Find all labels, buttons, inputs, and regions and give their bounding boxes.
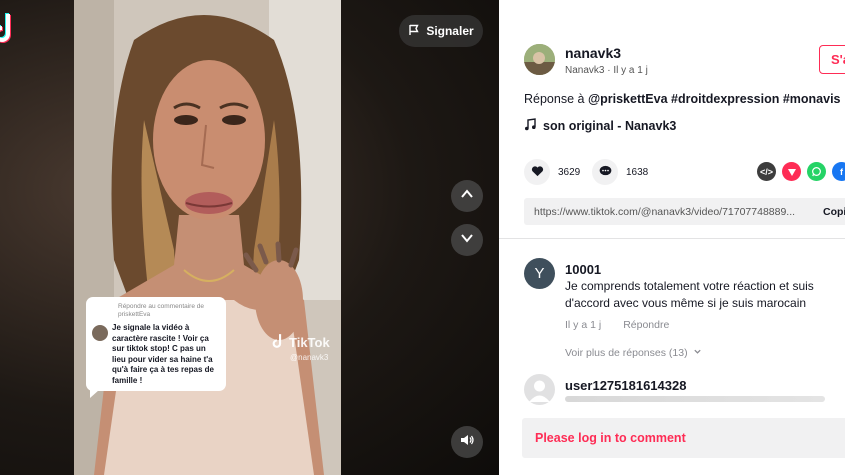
music-title: son original - Nanavk3 bbox=[543, 119, 677, 133]
watermark-username: @nanavk3 bbox=[290, 353, 329, 362]
previous-video-button[interactable] bbox=[451, 180, 483, 212]
reply-card-avatar bbox=[92, 325, 108, 341]
comment-time: Il y a 1 j bbox=[565, 319, 602, 331]
whatsapp-icon[interactable] bbox=[807, 162, 826, 181]
like-button[interactable] bbox=[524, 159, 550, 185]
chevron-down-icon bbox=[693, 347, 702, 359]
embed-icon[interactable]: </> bbox=[757, 162, 776, 181]
tiktok-watermark: TikTok @nanavk3 bbox=[272, 333, 330, 362]
report-label: Signaler bbox=[426, 24, 474, 38]
author-username[interactable]: nanavk3 bbox=[565, 45, 621, 61]
caption-prefix: Réponse à bbox=[524, 92, 588, 106]
heart-icon bbox=[531, 165, 544, 180]
author-subline: Nanavk3 · Il y a 1 j bbox=[565, 65, 648, 76]
tiktok-video-page: Répondre au commentaire de priskettEva J… bbox=[0, 0, 845, 475]
view-more-replies[interactable]: Voir plus de réponses (13) bbox=[565, 347, 702, 359]
comment-button[interactable] bbox=[592, 159, 618, 185]
music-note-icon bbox=[524, 118, 537, 134]
chevron-up-icon bbox=[459, 186, 475, 207]
like-count: 3629 bbox=[558, 166, 581, 178]
reply-card-header: Répondre au commentaire de priskettEva bbox=[118, 303, 204, 318]
video-player[interactable]: Répondre au commentaire de priskettEva J… bbox=[0, 0, 499, 475]
watermark-brand: TikTok bbox=[289, 335, 330, 350]
comment-bubble-icon bbox=[599, 165, 612, 180]
reply-comment-card: Répondre au commentaire de priskettEva J… bbox=[86, 297, 226, 398]
video-subject-image bbox=[74, 0, 341, 475]
video-frame[interactable] bbox=[74, 0, 341, 475]
next-video-button[interactable] bbox=[451, 224, 483, 256]
view-more-replies-label: Voir plus de réponses (13) bbox=[565, 347, 688, 359]
video-caption: Réponse à @priskettEva #droitdexpression… bbox=[524, 92, 841, 106]
comment-count: 1638 bbox=[626, 166, 649, 178]
comment-text: Je comprends totalement votre réaction e… bbox=[565, 279, 814, 310]
video-link-box: https://www.tiktok.com/@nanavk3/video/71… bbox=[524, 198, 845, 225]
tiktok-watermark-icon bbox=[272, 333, 286, 352]
report-button[interactable]: Signaler bbox=[399, 15, 483, 47]
comment-avatar-default[interactable] bbox=[524, 374, 555, 405]
flag-icon bbox=[408, 24, 420, 39]
reply-card-text: Je signale la vidéo à caractère rascite … bbox=[112, 323, 214, 385]
comment-username[interactable]: 10001 bbox=[565, 262, 601, 277]
comment-meta: Il y a 1 j Répondre bbox=[565, 319, 669, 331]
copy-link-button[interactable]: Copi bbox=[809, 206, 845, 218]
video-link-url[interactable]: https://www.tiktok.com/@nanavk3/video/71… bbox=[524, 206, 809, 218]
volume-icon bbox=[459, 432, 475, 453]
video-details-panel: nanavk3 Nanavk3 · Il y a 1 j S'a Réponse… bbox=[499, 0, 845, 475]
comment-text-truncated bbox=[565, 396, 835, 402]
tiktok-logo-icon[interactable] bbox=[0, 12, 18, 46]
volume-button[interactable] bbox=[451, 426, 483, 458]
send-icon[interactable] bbox=[782, 162, 801, 181]
share-icons: </> f bbox=[757, 162, 845, 181]
comment-stat: 1638 bbox=[592, 159, 648, 185]
caption-mention[interactable]: @priskettEva bbox=[588, 92, 668, 106]
comment-reply-button[interactable]: Répondre bbox=[623, 319, 669, 331]
author-avatar[interactable] bbox=[524, 44, 555, 75]
like-stat: 3629 bbox=[524, 159, 580, 185]
chevron-down-icon bbox=[459, 230, 475, 251]
facebook-icon[interactable]: f bbox=[832, 162, 845, 181]
follow-button[interactable]: S'a bbox=[819, 45, 845, 74]
music-link[interactable]: son original - Nanavk3 bbox=[524, 118, 676, 134]
login-to-comment-button[interactable]: Please log in to comment bbox=[522, 418, 845, 458]
comment-username[interactable]: user1275181614328 bbox=[565, 378, 686, 393]
comment-avatar[interactable]: Y bbox=[524, 258, 555, 289]
caption-hashtags[interactable]: #droitdexpression #monavis bbox=[668, 92, 841, 106]
section-divider bbox=[499, 238, 845, 239]
